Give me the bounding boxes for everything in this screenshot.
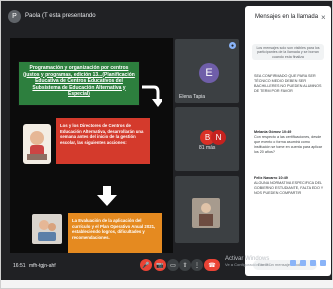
watermark-line-2: Ve a Configuración de PC xyxy=(225,262,272,267)
message-author: Felix Navarro xyxy=(254,176,278,180)
slide-text-box-1: Los y los Directores de Centros de Educa… xyxy=(56,118,150,164)
arrow-down-icon xyxy=(97,186,117,206)
presentation-slide: Programación y organización por centros … xyxy=(10,38,173,253)
chat-panel: Mensajes en la llamada × Los mensajes so… xyxy=(245,6,331,276)
chat-message: Melania Gómez 10:49 Con respecto a las c… xyxy=(254,130,325,155)
close-icon[interactable]: × xyxy=(321,13,326,22)
presenter-avatar: P xyxy=(8,9,21,23)
info-icon[interactable] xyxy=(290,260,296,266)
captions-button[interactable]: ▭ xyxy=(167,259,179,271)
participant-tile[interactable]: B N 81 más xyxy=(175,107,239,171)
slide-illustration-1 xyxy=(23,124,51,164)
people-icon[interactable] xyxy=(300,260,306,266)
mic-off-button[interactable]: 🎤 xyxy=(140,259,152,271)
chat-notice: Los mensajes solo son visibles para los … xyxy=(252,44,324,60)
activities-icon[interactable] xyxy=(320,260,326,266)
screen-bottom-edge xyxy=(1,280,333,288)
chat-message: Felix Navarro 10:49 ALGUNA NORMATIVA ESP… xyxy=(254,176,325,196)
participant-tile[interactable] xyxy=(175,176,239,243)
meeting-code: mfh-tgjn-ahf xyxy=(29,263,56,269)
message-author: Melania Gómez xyxy=(254,130,281,134)
participant-tile[interactable]: ● E Elena Tapia xyxy=(175,39,239,103)
presenter-label: Paola (T esta presentando xyxy=(25,13,96,19)
windows-activation-watermark: Activar Windows Ve a Configuración de PC xyxy=(225,256,271,268)
presenter-bar: P Paola (T esta presentando xyxy=(8,8,96,24)
present-button[interactable]: ⇧ xyxy=(179,259,191,271)
message-time: 10:49 xyxy=(281,130,292,134)
message-text: SEA CONFIRMADO QUE PARA SER TÉCNICO MEDI… xyxy=(254,74,322,93)
message-time: 10:49 xyxy=(278,176,288,180)
mic-muted-icon: ● xyxy=(229,42,236,49)
chat-message: SEA CONFIRMADO QUE PARA SER TÉCNICO MEDI… xyxy=(254,74,325,94)
side-controls xyxy=(290,260,326,266)
message-text: ALGUNA NORMATIVA ESPECIFICA DEL GOBIERNO… xyxy=(254,181,324,195)
chat-title: Mensajes en la llamada xyxy=(255,14,319,20)
slide-title: Programación y organización por centros … xyxy=(18,61,140,106)
chat-icon[interactable] xyxy=(310,260,316,266)
slide-illustration-2 xyxy=(32,214,62,244)
participant-count: 81 más xyxy=(199,145,216,151)
avatar: E xyxy=(199,63,219,83)
participant-video-thumbnail xyxy=(192,198,220,228)
avatar: N xyxy=(211,130,226,145)
curved-arrow-icon xyxy=(142,85,162,107)
meeting-time: 16:51 xyxy=(13,263,26,269)
participant-name: Elena Tapia xyxy=(179,94,206,100)
slide-text-box-2: La Evaluación de la aplicación del currí… xyxy=(68,213,162,253)
meet-window: P Paola (T esta presentando Programación… xyxy=(0,0,333,289)
end-call-button[interactable]: ☎ xyxy=(204,259,220,271)
camera-off-button[interactable]: 📷 xyxy=(154,259,166,271)
message-text: Con respecto a las certificaciones, desd… xyxy=(254,135,323,154)
more-options-button[interactable]: ⋮ xyxy=(191,259,203,271)
